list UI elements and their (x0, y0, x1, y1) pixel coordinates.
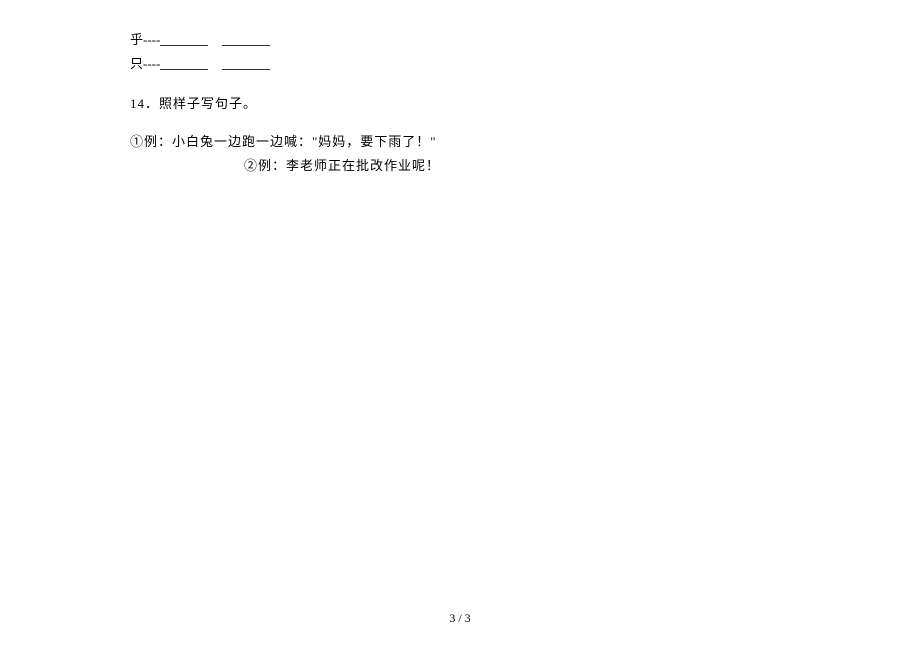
question-prompt: 照样子写句子。 (159, 96, 257, 111)
char-zhi: 只---- (130, 56, 160, 71)
page: 乎---- 只---- 14．照样子写句子。 ①例：小白兔一边跑一边喊："妈妈，… (0, 0, 920, 650)
example-1: ①例：小白兔一边跑一边喊："妈妈，要下雨了！" (130, 131, 790, 153)
question-14: 14．照样子写句子。 (130, 93, 790, 115)
blank-zhi-2[interactable] (222, 56, 270, 70)
fill-line-hu: 乎---- (130, 29, 790, 51)
example-2: ②例：李老师正在批改作业呢！ (130, 155, 790, 177)
fill-line-zhi: 只---- (130, 53, 790, 75)
blank-hu-1[interactable] (160, 32, 208, 46)
page-footer: 3 / 3 (0, 608, 920, 628)
question-number: 14． (130, 96, 159, 111)
blank-hu-2[interactable] (222, 32, 270, 46)
char-hu: 乎---- (130, 32, 160, 47)
blank-zhi-1[interactable] (160, 56, 208, 70)
